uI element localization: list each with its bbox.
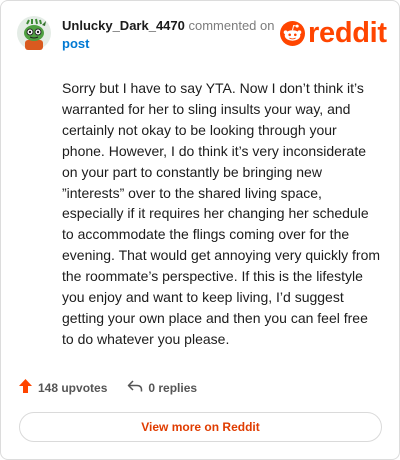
reply-button[interactable]: 0 replies — [127, 379, 197, 396]
upvote-count: 148 upvotes — [38, 380, 108, 395]
reddit-snoo-icon — [280, 20, 305, 46]
upvote-button[interactable]: 148 upvotes — [18, 378, 107, 397]
view-more-button[interactable]: View more on Reddit — [19, 412, 382, 442]
reply-count: 0 replies — [148, 380, 198, 395]
reddit-logo[interactable]: reddit — [280, 18, 387, 48]
comment-header: Unlucky_Dark_4470 commented on post — [62, 17, 277, 52]
reddit-wordmark: reddit — [308, 17, 387, 49]
avatar[interactable] — [17, 16, 51, 50]
post-link[interactable]: post — [62, 35, 277, 52]
comment-body: Sorry but I have to say YTA. Now I don’t… — [62, 80, 381, 347]
comment-actions: 148 upvotes 0 replies — [18, 378, 197, 397]
author-name[interactable]: Unlucky_Dark_4470 — [62, 18, 185, 33]
reply-arrow-icon — [127, 379, 143, 396]
comment-card: Unlucky_Dark_4470 commented on post redd… — [0, 0, 400, 460]
comment-action-text: commented on — [188, 18, 275, 33]
snoo-avatar-icon — [17, 16, 51, 50]
upvote-arrow-icon — [18, 378, 33, 397]
